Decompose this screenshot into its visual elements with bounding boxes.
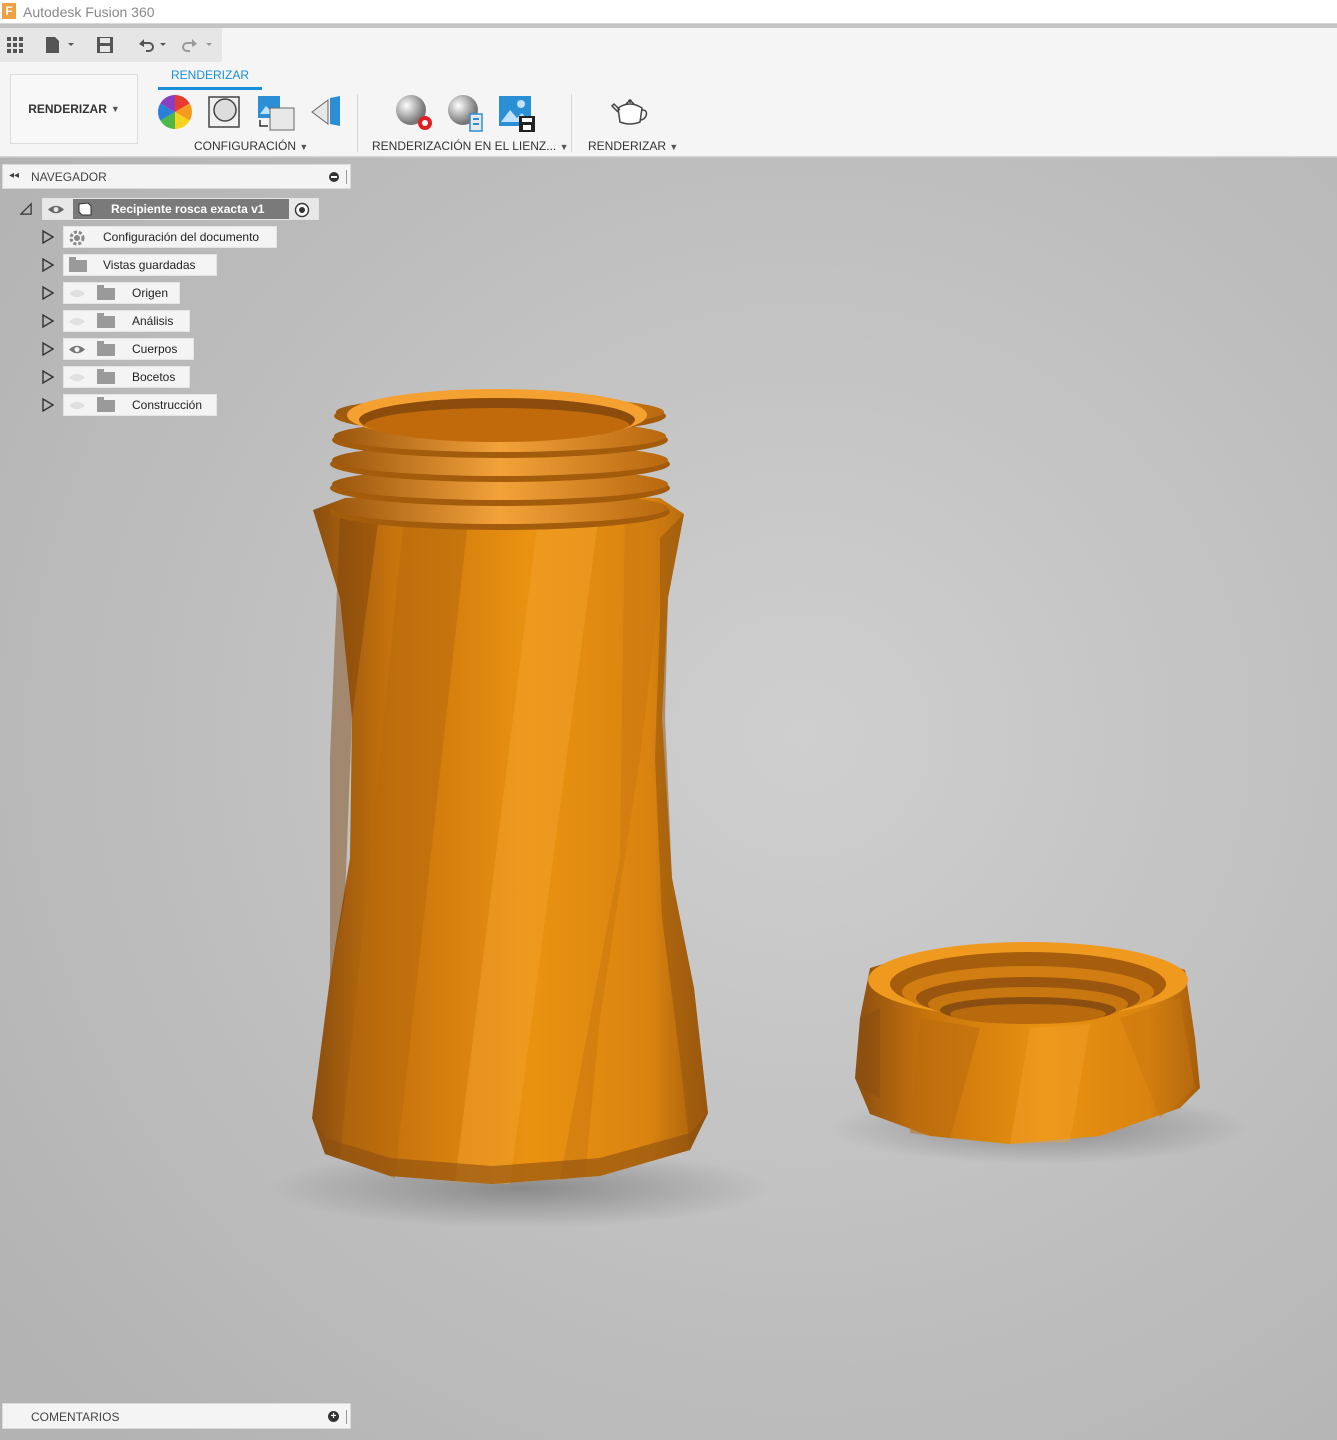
tree-item-bodies[interactable]: Cuerpos: [0, 338, 300, 360]
save-icon[interactable]: [96, 36, 114, 54]
folder-icon: [97, 341, 115, 356]
root-label-highlight: Recipiente rosca exacta v1: [73, 199, 289, 219]
tree-item-label: Construcción: [132, 398, 203, 412]
app-grid-icon[interactable]: [6, 36, 24, 54]
tree-root-row[interactable]: Recipiente rosca exacta v1: [0, 198, 330, 220]
navigator-header[interactable]: ◂◂ NAVEGADOR: [2, 164, 351, 189]
decal-icon[interactable]: [308, 94, 344, 130]
eye-hidden-icon[interactable]: [68, 288, 86, 299]
panel-resize-handle[interactable]: [346, 1410, 348, 1424]
bottle-body[interactable]: [312, 492, 708, 1184]
panel-resize-handle[interactable]: [346, 170, 348, 184]
folder-icon: [97, 285, 115, 300]
navigator-options-icon[interactable]: [329, 172, 339, 182]
chevron-down-icon: ▼: [559, 142, 569, 152]
tree-node[interactable]: Configuración del documento: [63, 226, 277, 248]
collapse-panel-icon[interactable]: ◂◂: [9, 170, 19, 181]
expand-triangle-icon[interactable]: [42, 342, 54, 356]
gear-icon: [69, 230, 85, 246]
collapse-triangle-icon[interactable]: [20, 202, 32, 216]
tree-item-analysis[interactable]: Análisis: [0, 310, 300, 332]
tree-item-saved-views[interactable]: Vistas guardadas: [0, 254, 300, 276]
title-bar: F Autodesk Fusion 360: [0, 0, 1337, 24]
ribbon: RENDERIZAR ▼ RENDERIZAR CONFIGURACIÓN ▼ …: [0, 62, 1337, 157]
redo-icon[interactable]: [182, 36, 214, 54]
group-renderizar[interactable]: RENDERIZAR ▼: [588, 139, 678, 153]
activate-radio-icon[interactable]: [294, 202, 310, 218]
expand-triangle-icon[interactable]: [42, 230, 54, 244]
folder-icon: [97, 397, 115, 412]
expand-triangle-icon[interactable]: [42, 314, 54, 328]
bottle-threads: [330, 389, 670, 530]
comments-panel[interactable]: COMENTARIOS +: [2, 1403, 351, 1429]
tree-root-node[interactable]: Recipiente rosca exacta v1: [42, 198, 319, 220]
component-icon: [78, 202, 92, 216]
folder-icon: [69, 257, 87, 272]
quick-access-bar: [0, 28, 222, 62]
group-renderizacion-en-el-lienzo[interactable]: RENDERIZACIÓN EN EL LIENZ... ▼: [372, 139, 569, 153]
tree-node[interactable]: Construcción: [63, 394, 217, 416]
workspace-label: RENDERIZAR: [28, 102, 107, 116]
group-divider: [571, 94, 572, 152]
tree-node[interactable]: Cuerpos: [63, 338, 194, 360]
root-component-label: Recipiente rosca exacta v1: [111, 202, 265, 216]
tree-item-label: Origen: [132, 286, 169, 300]
tree-item-origin[interactable]: Origen: [0, 282, 300, 304]
chevron-down-icon: ▼: [299, 142, 309, 152]
quick-access-toolbar: [0, 28, 1337, 62]
tree-item-label: Cuerpos: [132, 342, 178, 356]
navigator-title: NAVEGADOR: [31, 170, 107, 184]
tree-node[interactable]: Origen: [63, 282, 180, 304]
tree-item-label: Vistas guardadas: [103, 258, 196, 272]
tab-renderizar[interactable]: RENDERIZAR: [158, 68, 262, 90]
eye-hidden-icon[interactable]: [68, 316, 86, 327]
eye-hidden-icon[interactable]: [68, 400, 86, 411]
scene-settings-icon[interactable]: [256, 94, 295, 131]
eye-icon[interactable]: [47, 204, 65, 215]
physical-material-icon[interactable]: [206, 94, 242, 130]
tree-node[interactable]: Vistas guardadas: [63, 254, 217, 276]
tree-item-label: Análisis: [132, 314, 174, 328]
cap-body[interactable]: [855, 942, 1200, 1144]
tree-item-construction[interactable]: Construcción: [0, 394, 300, 416]
file-menu-icon[interactable]: [44, 36, 76, 54]
in-canvas-render-settings-icon[interactable]: [446, 94, 483, 132]
capture-image-icon[interactable]: [497, 94, 535, 132]
expand-triangle-icon[interactable]: [42, 370, 54, 384]
render-teapot-icon[interactable]: [610, 94, 648, 130]
expand-triangle-icon[interactable]: [42, 286, 54, 300]
group-configuracion[interactable]: CONFIGURACIÓN ▼: [194, 139, 308, 153]
group-divider: [357, 94, 358, 152]
window-title: Autodesk Fusion 360: [23, 4, 155, 20]
tree-item-document-settings[interactable]: Configuración del documento: [0, 226, 300, 248]
folder-icon: [97, 313, 115, 328]
in-canvas-render-icon[interactable]: [394, 94, 432, 130]
tree-item-sketches[interactable]: Bocetos: [0, 366, 300, 388]
expand-triangle-icon[interactable]: [42, 258, 54, 272]
tree-item-label: Bocetos: [132, 370, 176, 384]
eye-hidden-icon[interactable]: [68, 372, 86, 383]
undo-icon[interactable]: [136, 36, 168, 54]
tree-node[interactable]: Bocetos: [63, 366, 190, 388]
workspace-switcher-button[interactable]: RENDERIZAR ▼: [10, 74, 138, 144]
chevron-down-icon: ▼: [669, 142, 679, 152]
chevron-down-icon: ▼: [110, 104, 120, 114]
eye-icon[interactable]: [68, 344, 86, 355]
expand-triangle-icon[interactable]: [42, 398, 54, 412]
appearance-color-wheel-icon[interactable]: [157, 94, 193, 130]
tree-item-label: Configuración del documento: [103, 230, 260, 244]
tree-node[interactable]: Análisis: [63, 310, 190, 332]
folder-icon: [97, 369, 115, 384]
comments-title: COMENTARIOS: [31, 1410, 120, 1424]
fusion-logo-icon: F: [2, 3, 16, 19]
add-comment-icon[interactable]: +: [328, 1411, 339, 1422]
